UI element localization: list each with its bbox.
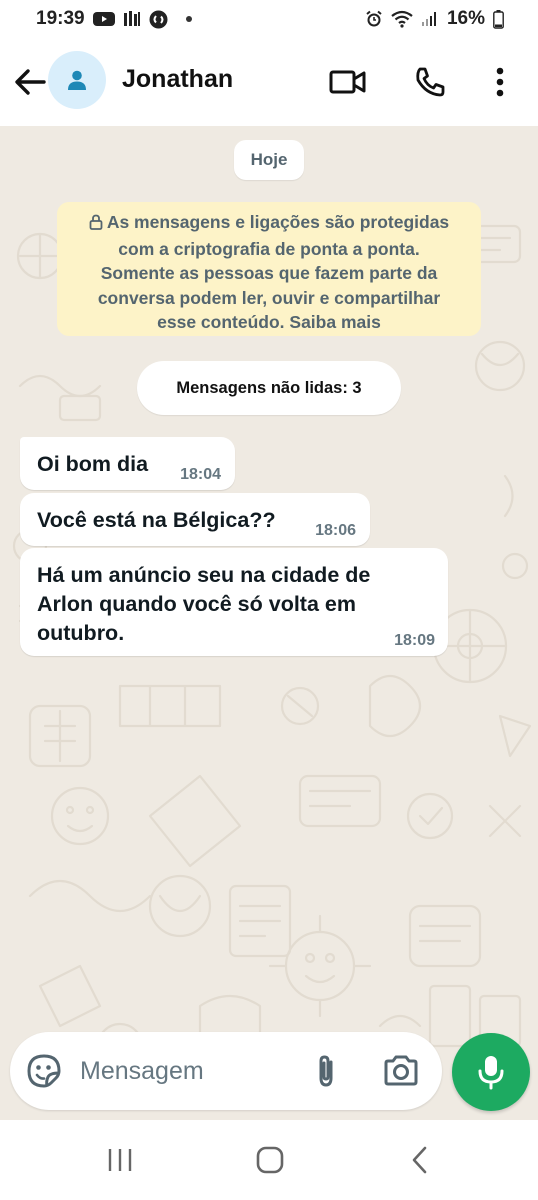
- message-composer: [10, 1032, 442, 1110]
- mic-icon: [478, 1056, 504, 1090]
- shazam-icon: [149, 10, 168, 29]
- encryption-line-2: com a criptografia de ponta a ponta.: [118, 238, 420, 259]
- recent-apps-button[interactable]: [100, 1144, 140, 1176]
- recent-apps-icon: [108, 1149, 132, 1171]
- message-text-line-2: Arlon quando você só volta em: [37, 592, 356, 616]
- sticker-button[interactable]: [26, 1053, 62, 1089]
- encryption-line-1: As mensagens e ligações são protegidas: [71, 210, 467, 237]
- unread-messages-divider: Mensagens não lidas: 3: [137, 361, 401, 415]
- youtube-icon: [92, 11, 115, 27]
- avatar[interactable]: [48, 51, 106, 109]
- encryption-line-4: conversa podem ler, ouvir e compartilhar: [97, 287, 441, 308]
- message-bubble[interactable]: Há um anúncio seu na cidade de Arlon qua…: [20, 548, 448, 656]
- message-text-line-3: outubro.: [37, 621, 125, 645]
- video-call-icon: [329, 70, 366, 94]
- camera-button[interactable]: [382, 1053, 420, 1089]
- battery-percent: 16%: [446, 8, 485, 29]
- date-separator: Hoje: [234, 140, 304, 180]
- signal-icon: [421, 11, 439, 27]
- notification-dot-icon: [185, 16, 192, 22]
- message-text: Há um anúncio seu na cidade de Arlon qua…: [37, 561, 417, 648]
- battery-icon: [493, 9, 504, 29]
- message-time: 18:04: [180, 466, 221, 483]
- more-options-button[interactable]: [478, 60, 522, 104]
- encryption-text-1: As mensagens e ligações são protegidas: [106, 212, 450, 232]
- back-arrow-icon: [15, 69, 46, 95]
- attach-icon: [319, 1055, 333, 1087]
- encryption-notice[interactable]: As mensagens e ligações são protegidas c…: [57, 202, 481, 336]
- status-left: 19:39: [36, 8, 192, 30]
- status-right: 16%: [365, 8, 504, 30]
- message-input[interactable]: [80, 1049, 290, 1093]
- phone-icon: [416, 67, 445, 97]
- message-text: Oi bom dia: [37, 452, 149, 476]
- home-icon: [256, 1146, 284, 1174]
- wifi-icon: [391, 10, 413, 28]
- avatar-person-icon: [68, 70, 86, 90]
- message-time: 18:09: [394, 632, 435, 649]
- encryption-line-3: Somente as pessoas que fazem parte da: [100, 263, 438, 283]
- status-bar: 19:39 16%: [0, 0, 538, 38]
- chat-header: Jonathan: [0, 38, 538, 126]
- nav-back-button[interactable]: [400, 1144, 440, 1176]
- home-button[interactable]: [250, 1144, 290, 1176]
- message-text: Você está na Bélgica??: [37, 508, 276, 532]
- attach-button[interactable]: [308, 1052, 344, 1090]
- more-vert-icon: [496, 67, 504, 97]
- voice-message-button[interactable]: [452, 1033, 530, 1111]
- back-button[interactable]: [10, 62, 50, 102]
- status-time: 19:39: [36, 8, 85, 29]
- encryption-line-5: esse conteúdo. Saiba mais: [157, 312, 381, 332]
- message-text-line-1: Há um anúncio seu na cidade de: [37, 563, 371, 587]
- alarm-icon: [365, 10, 383, 28]
- lock-icon: [89, 212, 103, 237]
- back-icon: [412, 1146, 427, 1174]
- contact-name[interactable]: Jonathan: [122, 65, 233, 94]
- video-call-button[interactable]: [326, 60, 370, 104]
- chat-area[interactable]: Hoje As mensagens e ligações são protegi…: [0, 126, 538, 1120]
- camera-icon: [384, 1055, 418, 1086]
- voice-call-button[interactable]: [408, 60, 452, 104]
- message-bubble[interactable]: Você está na Bélgica?? 18:06: [20, 493, 370, 546]
- app-icon: [123, 10, 141, 28]
- message-time: 18:06: [315, 522, 356, 539]
- message-bubble[interactable]: Oi bom dia 18:04: [20, 437, 235, 490]
- sticker-icon: [27, 1054, 61, 1088]
- system-nav-bar: [0, 1120, 538, 1200]
